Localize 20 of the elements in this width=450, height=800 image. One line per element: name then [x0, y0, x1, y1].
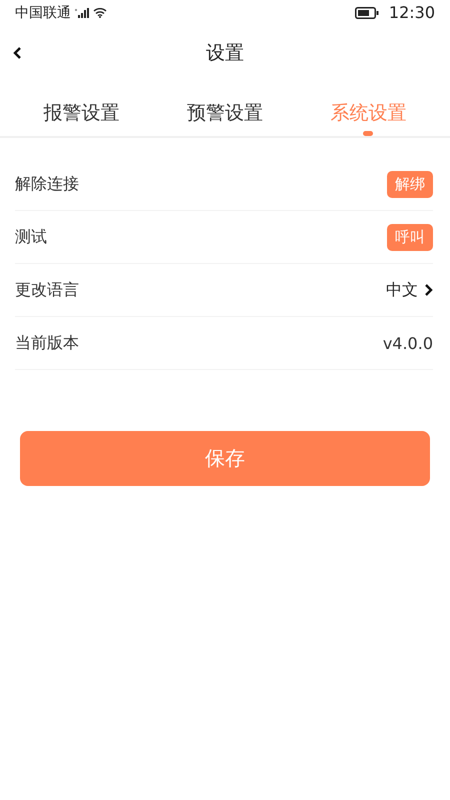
page-title: 设置	[206, 40, 244, 66]
battery-icon	[354, 6, 379, 18]
chevron-left-icon	[12, 46, 22, 60]
carrier-name: 中国联通	[15, 4, 71, 22]
row-label: 更改语言	[15, 280, 79, 300]
signal-icon	[75, 8, 89, 18]
tab[interactable]: 系统设置	[320, 94, 416, 136]
action-button[interactable]: 解绑	[387, 170, 433, 198]
tab[interactable]: 报警设置	[34, 94, 130, 136]
language-selector[interactable]: 中文	[386, 280, 433, 300]
chevron-right-icon	[424, 283, 433, 297]
status-time: 12:30	[388, 3, 435, 22]
row-label: 当前版本	[15, 332, 79, 354]
save-button[interactable]: 保存	[20, 431, 430, 486]
row-label: 解除连接	[15, 174, 79, 194]
wifi-icon	[93, 7, 107, 18]
row-value: v4.0.0	[382, 334, 433, 352]
action-button[interactable]: 呼叫	[387, 224, 433, 250]
row-label: 测试	[15, 226, 47, 248]
tab[interactable]: 预警设置	[176, 94, 273, 136]
